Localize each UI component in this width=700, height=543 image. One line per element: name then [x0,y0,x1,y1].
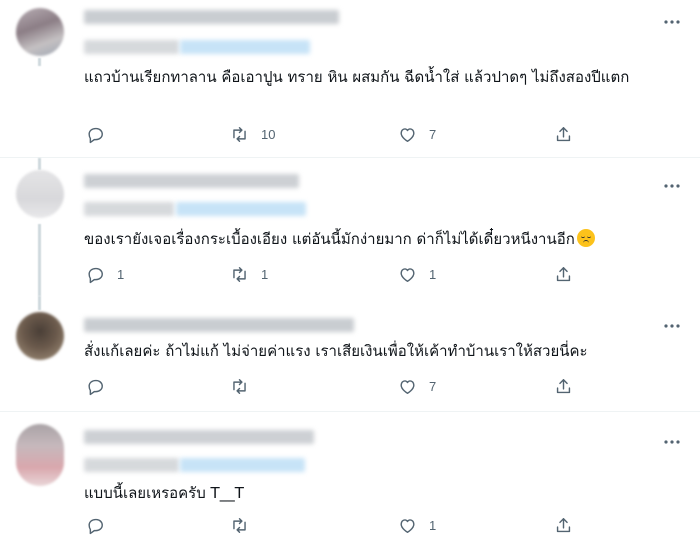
tweet-text: แถวบ้านเรียกทาลาน คือเอาปูน ทราย หิน ผสม… [84,68,630,86]
retweet-count: 10 [261,126,276,142]
share-icon [556,266,571,281]
more-horizontal-icon[interactable] [660,10,684,34]
redacted-reply-link [180,40,310,54]
share-button[interactable] [554,263,573,285]
tweet-actions: 7 [84,375,584,397]
reply-icon [88,127,103,143]
more-horizontal-icon[interactable] [660,314,684,338]
tweet-actions: 1 [84,514,584,536]
thread-line [38,296,41,310]
like-button[interactable]: 1 [398,514,436,536]
more-horizontal-icon[interactable] [660,430,684,454]
thread-line [38,158,41,170]
tweet-text: แบบนี้เลยเหรอครับ T__T [84,484,244,502]
share-button[interactable] [554,514,573,536]
retweet-icon [233,266,246,282]
share-icon [556,126,571,141]
heart-icon [400,267,415,282]
reply-button[interactable] [86,514,117,536]
reply-button[interactable] [86,375,117,397]
redacted-username [84,10,339,24]
avatar[interactable] [16,170,64,218]
redacted-username [84,174,299,188]
share-button[interactable] [554,123,573,145]
heart-icon [400,379,415,394]
reply-button[interactable] [86,123,117,145]
like-button[interactable]: 7 [398,123,436,145]
reply-icon [88,267,103,283]
redacted-reply-context [84,202,174,216]
avatar[interactable] [16,8,64,56]
redacted-reply-link [180,458,305,472]
thread-line [38,224,41,296]
redacted-reply-context [84,40,179,54]
tweet[interactable]: แบบนี้เลยเหรอครับ T__T 1 [0,412,700,543]
reply-icon [88,379,103,395]
retweet-button[interactable]: 1 [230,263,268,285]
retweet-icon [233,378,246,394]
share-icon [556,517,571,532]
reply-icon [88,518,103,534]
disappointed-face-emoji [576,229,595,247]
more-horizontal-icon[interactable] [660,174,684,198]
like-button[interactable]: 7 [398,375,436,397]
reply-count: 1 [117,266,125,282]
share-icon [556,378,571,393]
reply-button[interactable]: 1 [86,263,124,285]
thread-line [38,58,41,66]
heart-icon [400,127,415,142]
reply-feed: แถวบ้านเรียกทาลาน คือเอาปูน ทราย หิน ผสม… [0,0,700,543]
like-button[interactable]: 1 [398,263,436,285]
tweet[interactable]: สั่งแก้เลยค่ะ ถ้าไม่แก้ ไม่จ่ายค่าแรง เร… [0,296,700,412]
retweet-button[interactable] [230,375,261,397]
tweet[interactable]: แถวบ้านเรียกทาลาน คือเอาปูน ทราย หิน ผสม… [0,0,700,158]
tweet-text: ของเรายังเจอเรื่องกระเบื้องเอียง แต่อันน… [84,230,575,248]
tweet[interactable]: ของเรายังเจอเรื่องกระเบื้องเอียง แต่อันน… [0,158,700,296]
tweet-actions: 10 7 [84,123,584,145]
retweet-count: 1 [261,266,269,282]
tweet-actions: 1 1 1 [84,263,584,285]
redacted-username [84,318,354,332]
share-button[interactable] [554,375,573,397]
retweet-button[interactable] [230,514,261,536]
retweet-icon [233,126,246,142]
heart-icon [400,518,415,533]
like-count: 1 [429,266,437,282]
redacted-reply-context [84,458,179,472]
like-count: 7 [429,126,437,142]
tweet-text-container: ของเรายังเจอเรื่องกระเบื้องเอียง แต่อันน… [84,228,664,250]
redacted-username [84,430,314,444]
redacted-reply-link [176,202,306,216]
retweet-button[interactable]: 10 [230,123,275,145]
retweet-icon [233,517,246,533]
tweet-text: สั่งแก้เลยค่ะ ถ้าไม่แก้ ไม่จ่ายค่าแรง เร… [84,342,588,360]
like-count: 1 [429,517,437,533]
avatar[interactable] [16,424,64,486]
like-count: 7 [429,378,437,394]
avatar[interactable] [16,312,64,360]
